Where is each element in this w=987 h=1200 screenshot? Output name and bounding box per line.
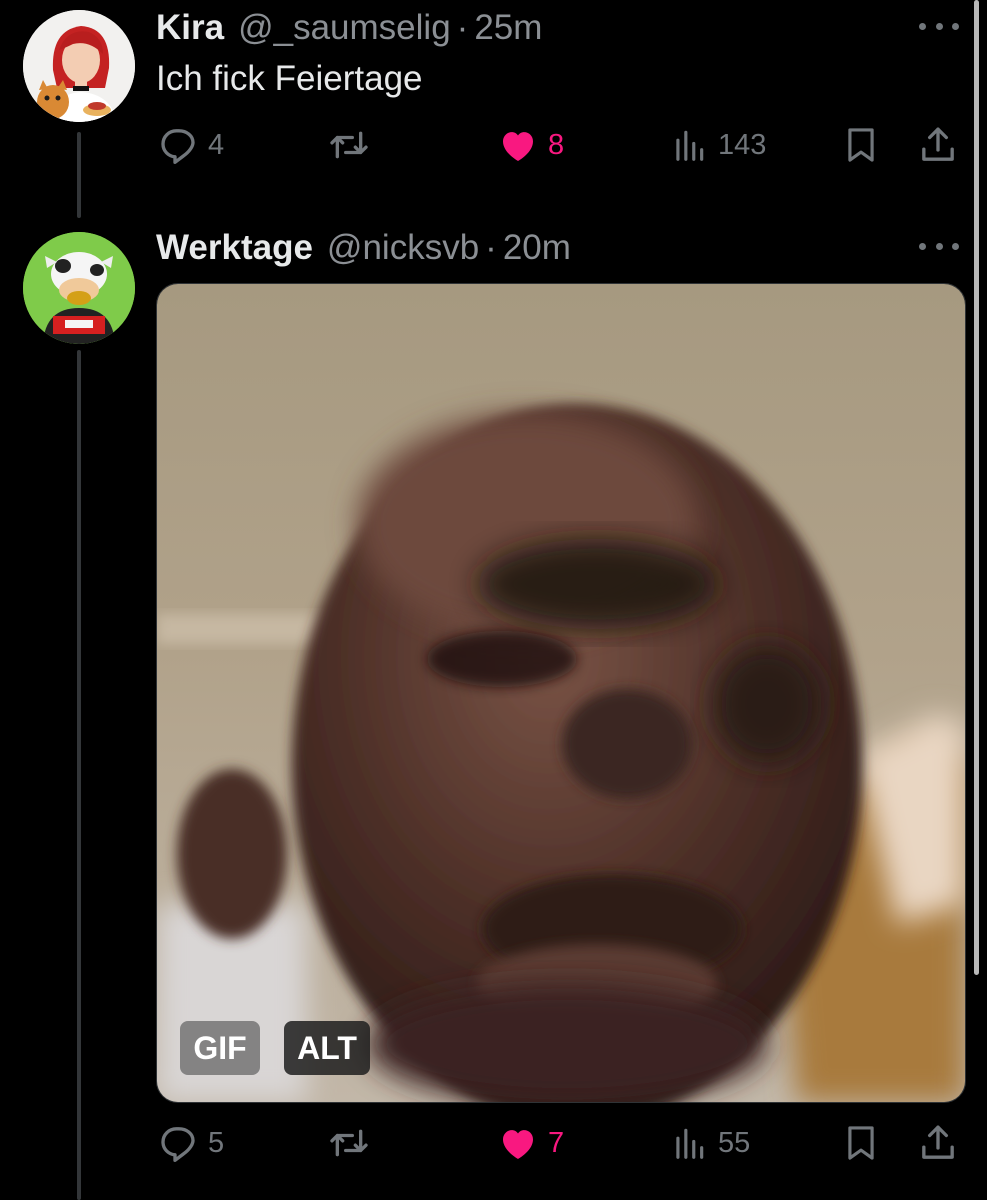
timestamp[interactable]: 20m [503, 228, 571, 268]
bookmark-button[interactable] [842, 1118, 880, 1168]
like-button[interactable]: 8 [498, 120, 564, 170]
like-button[interactable]: 7 [498, 1118, 564, 1168]
user-handle[interactable]: @_saumselig [238, 8, 451, 48]
action-bar: 5 7 55 [156, 1118, 966, 1168]
action-bar: 4 8 143 [156, 120, 966, 170]
display-name[interactable]: Kira [156, 8, 224, 48]
share-icon [922, 127, 954, 161]
user-handle[interactable]: @nicksvb [327, 228, 479, 268]
reply-icon [161, 129, 195, 164]
bookmark-icon [848, 1126, 874, 1160]
thread-line [77, 132, 81, 218]
like-icon [503, 132, 533, 161]
retweet-button[interactable] [328, 120, 370, 170]
scrollbar[interactable] [974, 0, 979, 975]
alt-badge[interactable]: ALT [284, 1021, 370, 1075]
tweet-header: Werktage @nicksvb · 20m [156, 228, 571, 268]
view-count: 55 [718, 1126, 751, 1159]
reply-button[interactable]: 5 [158, 1118, 224, 1168]
timestamp[interactable]: 25m [474, 8, 542, 48]
like-count: 7 [548, 1126, 565, 1159]
like-count: 8 [548, 128, 565, 161]
views-icon [676, 1128, 704, 1159]
separator: · [456, 8, 469, 47]
gif-frame [157, 284, 965, 1102]
avatar[interactable] [23, 232, 135, 344]
retweet-icon [330, 131, 368, 159]
share-button[interactable] [918, 1118, 958, 1168]
share-button[interactable] [918, 120, 958, 170]
more-icon[interactable] [919, 236, 959, 256]
thread-line [77, 350, 81, 1200]
view-count: 143 [718, 128, 767, 161]
like-icon [503, 1130, 533, 1159]
tweet-text: Ich fick Feiertage [156, 59, 423, 98]
views-button[interactable]: 55 [670, 1118, 750, 1168]
bookmark-icon [848, 128, 874, 162]
share-icon [922, 1125, 954, 1159]
gif-badge: GIF [180, 1021, 260, 1075]
views-button[interactable]: 143 [670, 120, 766, 170]
separator: · [485, 228, 497, 267]
tweet-header: Kira @_saumselig · 25m [156, 8, 542, 48]
retweet-button[interactable] [328, 1118, 370, 1168]
reply-count: 4 [208, 128, 225, 161]
gif-media[interactable] [156, 283, 966, 1103]
reply-button[interactable]: 4 [158, 120, 224, 170]
bookmark-button[interactable] [842, 120, 880, 170]
more-icon[interactable] [919, 16, 959, 36]
retweet-icon [330, 1129, 368, 1157]
avatar[interactable] [23, 10, 135, 122]
reply-icon [161, 1127, 195, 1162]
reply-count: 5 [208, 1126, 225, 1159]
views-icon [676, 130, 704, 161]
display-name[interactable]: Werktage [156, 228, 313, 268]
